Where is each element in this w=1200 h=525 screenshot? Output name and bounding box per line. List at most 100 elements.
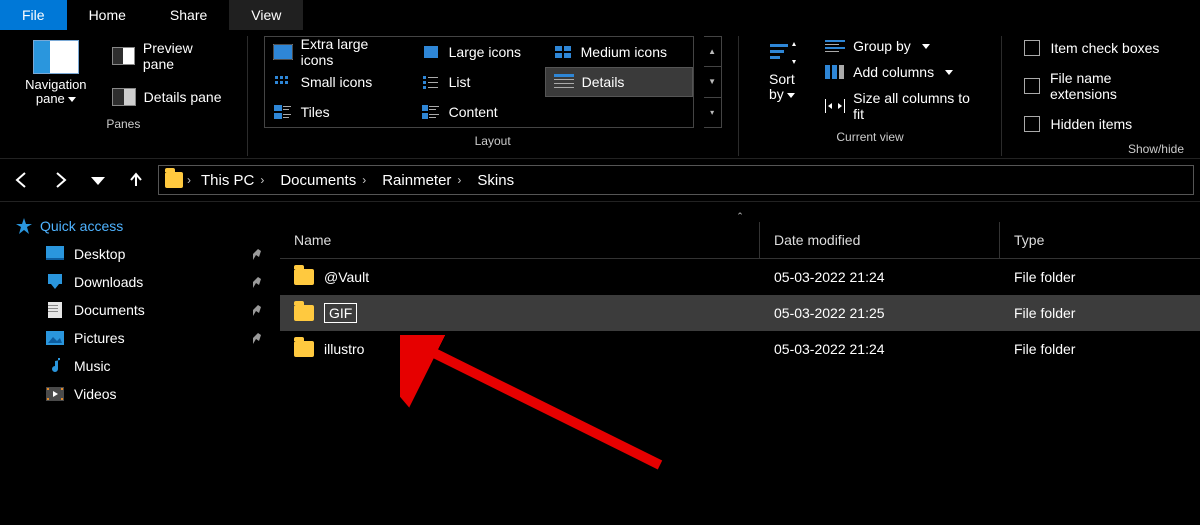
item-check-boxes-label: Item check boxes xyxy=(1050,40,1159,56)
group-by-button[interactable]: Group by xyxy=(819,36,985,56)
pin-icon xyxy=(250,248,262,260)
sidebar-item-documents[interactable]: Documents xyxy=(6,296,274,324)
sidebar-item-label: Videos xyxy=(74,386,117,402)
ribbon-divider xyxy=(1001,36,1002,156)
sidebar-item-label: Documents xyxy=(74,302,145,318)
breadcrumb-item[interactable]: Skins xyxy=(471,172,520,189)
column-header-date[interactable]: Date modified xyxy=(760,222,1000,258)
ribbon-view: Navigation pane Preview pane Details pan… xyxy=(0,30,1200,158)
content-split: Quick access Desktop Dow xyxy=(0,202,1200,525)
sort-by-label2: by xyxy=(769,86,784,102)
layout-tiles[interactable]: Tiles xyxy=(265,97,413,127)
layout-scroll-down[interactable]: ▼ xyxy=(704,66,721,96)
tab-view[interactable]: View xyxy=(229,0,303,30)
nav-recent-button[interactable] xyxy=(82,164,114,196)
chevron-down-icon xyxy=(787,93,795,98)
add-columns-label: Add columns xyxy=(853,64,934,80)
table-row[interactable]: illustro 05-03-2022 21:24 File folder xyxy=(280,331,1200,367)
breadcrumb-item[interactable]: Documents › xyxy=(274,172,372,189)
layout-extra-large-icons[interactable]: Extra large icons xyxy=(265,37,413,67)
sidebar-quick-access[interactable]: Quick access xyxy=(6,212,274,240)
desktop-icon xyxy=(46,246,64,262)
layout-view-grid: Extra large icons Large icons Medium ico… xyxy=(264,36,694,128)
folder-icon xyxy=(294,269,314,285)
sort-indicator-up-icon: ⌃ xyxy=(736,211,744,221)
file-date: 05-03-2022 21:24 xyxy=(774,341,885,357)
tab-file[interactable]: File xyxy=(0,0,67,30)
layout-small-icons[interactable]: Small icons xyxy=(265,67,413,97)
chevron-down-icon xyxy=(922,44,930,49)
file-list: ⌃ Name Date modified Type @Vault 05-03-2… xyxy=(280,202,1200,525)
group-label-show-hide: Show/hide xyxy=(1018,142,1184,156)
sidebar-item-label: Music xyxy=(74,358,111,374)
nav-back-button[interactable] xyxy=(6,164,38,196)
music-icon xyxy=(46,358,64,374)
size-columns-icon xyxy=(825,99,845,113)
sidebar-item-pictures[interactable]: Pictures xyxy=(6,324,274,352)
video-icon xyxy=(46,386,64,402)
table-row[interactable]: GIF 05-03-2022 21:25 File folder xyxy=(280,295,1200,331)
address-bar[interactable]: › This PC › Documents › Rainmeter › Skin… xyxy=(158,165,1194,195)
add-columns-button[interactable]: Add columns xyxy=(819,62,985,82)
pin-icon xyxy=(250,276,262,288)
checkbox-icon xyxy=(1024,40,1040,56)
table-row[interactable]: @Vault 05-03-2022 21:24 File folder xyxy=(280,259,1200,295)
group-label-current-view: Current view xyxy=(755,130,986,144)
document-icon xyxy=(46,302,64,318)
layout-content[interactable]: Content xyxy=(413,97,545,127)
hidden-items-label: Hidden items xyxy=(1050,116,1132,132)
sidebar-item-videos[interactable]: Videos xyxy=(6,380,274,408)
item-check-boxes-toggle[interactable]: Item check boxes xyxy=(1018,36,1184,60)
folder-icon xyxy=(294,305,314,321)
navigation-pane-button[interactable]: Navigation pane xyxy=(16,36,96,111)
hidden-items-toggle[interactable]: Hidden items xyxy=(1018,112,1184,136)
sidebar-item-music[interactable]: Music xyxy=(6,352,274,380)
nav-up-button[interactable] xyxy=(120,164,152,196)
layout-details[interactable]: Details xyxy=(545,67,693,97)
column-header-name[interactable]: Name xyxy=(280,222,760,258)
checkbox-icon xyxy=(1024,116,1040,132)
file-name: @Vault xyxy=(324,269,369,285)
tab-share[interactable]: Share xyxy=(148,0,229,30)
breadcrumb-item[interactable]: This PC › xyxy=(195,172,270,189)
breadcrumb-item[interactable]: Rainmeter › xyxy=(376,172,467,189)
layout-scroll-expand[interactable]: ▾ xyxy=(704,97,721,127)
sort-by-button[interactable]: Sort by xyxy=(755,36,810,107)
chevron-down-icon xyxy=(945,70,953,75)
file-type: File folder xyxy=(1014,305,1075,321)
quick-access-label: Quick access xyxy=(40,218,123,234)
group-label-panes: Panes xyxy=(16,117,231,131)
sidebar-item-label: Downloads xyxy=(74,274,143,290)
checkbox-icon xyxy=(1024,78,1040,94)
sort-by-icon xyxy=(766,40,798,70)
star-icon xyxy=(16,218,32,234)
file-name-extensions-toggle[interactable]: File name extensions xyxy=(1018,66,1184,106)
sidebar-item-downloads[interactable]: Downloads xyxy=(6,268,274,296)
folder-icon xyxy=(294,341,314,357)
sidebar-item-desktop[interactable]: Desktop xyxy=(6,240,274,268)
layout-scroll-up[interactable]: ▲ xyxy=(704,37,721,66)
nav-forward-button[interactable] xyxy=(44,164,76,196)
file-date: 05-03-2022 21:24 xyxy=(774,269,885,285)
medium-icons-icon xyxy=(553,44,573,60)
details-pane-button[interactable]: Details pane xyxy=(106,84,231,110)
layout-list[interactable]: List xyxy=(413,67,545,97)
column-header-type[interactable]: Type xyxy=(1000,222,1200,258)
ribbon-group-panes: Navigation pane Preview pane Details pan… xyxy=(10,36,237,156)
pin-icon xyxy=(250,304,262,316)
menu-tabs: File Home Share View xyxy=(0,0,1200,30)
tab-home[interactable]: Home xyxy=(67,0,148,30)
size-all-columns-label: Size all columns to fit xyxy=(853,90,979,122)
size-all-columns-button[interactable]: Size all columns to fit xyxy=(819,88,985,124)
pin-icon xyxy=(250,332,262,344)
preview-pane-button[interactable]: Preview pane xyxy=(106,36,231,76)
file-date: 05-03-2022 21:25 xyxy=(774,305,885,321)
rename-input[interactable]: GIF xyxy=(324,303,357,323)
navigation-pane-label: Navigation xyxy=(25,77,86,92)
picture-icon xyxy=(46,330,64,346)
group-label-layout: Layout xyxy=(264,134,722,148)
sidebar-item-label: Desktop xyxy=(74,246,125,262)
ribbon-group-show-hide: Item check boxes File name extensions Hi… xyxy=(1012,36,1190,156)
layout-medium-icons[interactable]: Medium icons xyxy=(545,37,693,67)
layout-large-icons[interactable]: Large icons xyxy=(413,37,545,67)
